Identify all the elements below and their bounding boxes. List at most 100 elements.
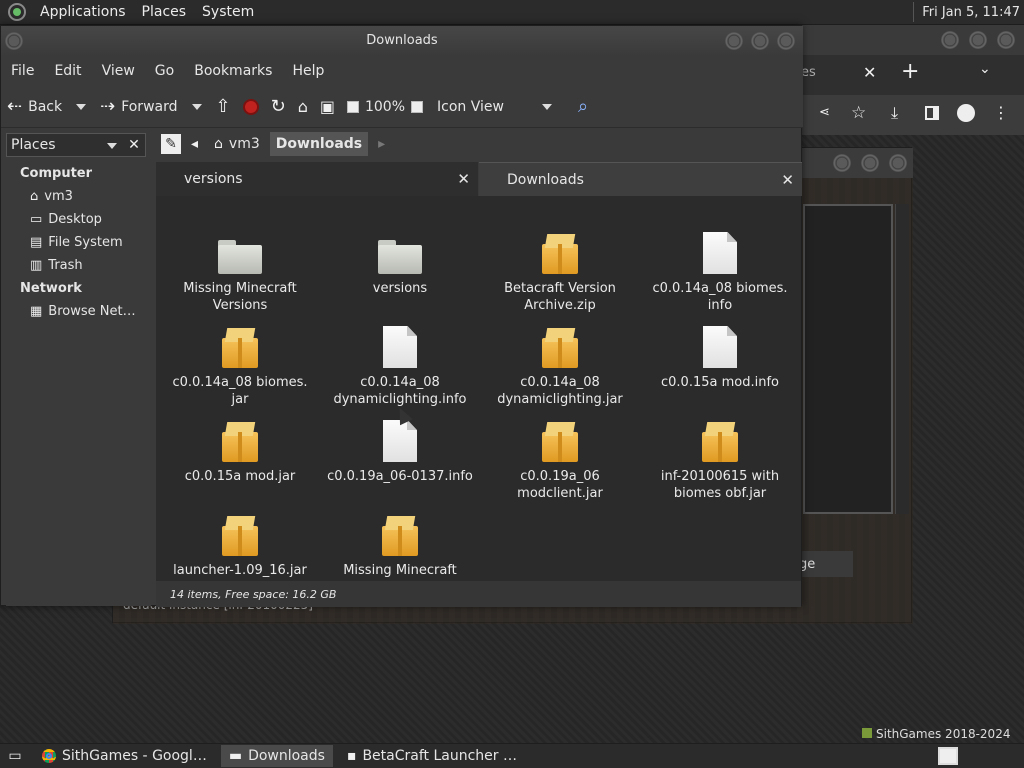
sidebar-heading-computer: Computer [20, 166, 93, 181]
browser-titlebar[interactable] [801, 25, 1024, 55]
file-item[interactable]: c0.0.14a_08 biomes. info [640, 230, 800, 314]
menu-edit[interactable]: Edit [44, 63, 91, 79]
home-folder-icon: ⌂ [214, 136, 223, 152]
file-item[interactable]: c0.0.19a_06-0137.info [320, 418, 480, 485]
taskbar-item-chrome[interactable]: SithGames - Googl… [34, 745, 215, 767]
sidebar-item-browse-network[interactable]: ▦ Browse Net… [6, 300, 151, 323]
minimize-button[interactable] [833, 154, 851, 172]
close-tab-icon[interactable]: ✕ [457, 170, 470, 188]
stop-icon [242, 98, 259, 115]
file-item[interactable]: c0.0.15a mod.info [640, 324, 800, 391]
back-history-dropdown[interactable] [76, 103, 87, 110]
close-tab-icon[interactable]: ✕ [863, 63, 876, 82]
file-item[interactable]: c0.0.15a mod.jar [160, 418, 320, 485]
file-item[interactable]: Betacraft Version Archive.zip [480, 230, 640, 314]
close-tab-icon[interactable]: ✕ [781, 171, 794, 189]
close-button[interactable] [889, 154, 907, 172]
icon-view[interactable]: Missing Minecraft Versions versions Betacr… [156, 196, 801, 595]
file-name: c0.0.14a_08 dynamiclighting.jar [497, 375, 623, 407]
close-sidebar-icon[interactable]: ✕ [123, 133, 145, 157]
menu-places[interactable]: Places [134, 4, 195, 20]
toggle-location-entry-icon[interactable]: ✎ [161, 134, 181, 154]
profile-avatar-icon[interactable] [957, 104, 975, 122]
file-item[interactable]: versions [320, 230, 480, 297]
file-icon-wrap [640, 418, 800, 462]
back-button[interactable]: ⇠ Back [1, 91, 68, 123]
folder-icon [218, 240, 262, 274]
breadcrumb-vm3[interactable]: ⌂ vm3 [208, 132, 266, 156]
maximize-button[interactable] [751, 32, 769, 50]
side-panel-icon[interactable] [925, 106, 939, 120]
zoom-out-button[interactable] [341, 91, 365, 123]
window-title[interactable]: Downloads [1, 26, 803, 56]
zoom-level[interactable]: 100% [365, 99, 405, 115]
file-item[interactable]: c0.0.14a_08 biomes. jar [160, 324, 320, 408]
search-icon[interactable]: ⌕ [572, 91, 594, 123]
change-instance-button[interactable]: ge [795, 551, 853, 577]
tab-downloads[interactable]: Downloads ✕ [479, 162, 802, 196]
zoom-in-button[interactable] [405, 91, 429, 123]
window-menu-button[interactable] [5, 32, 23, 50]
download-icon[interactable]: ⤓ [891, 103, 898, 123]
stop-button[interactable] [237, 91, 265, 123]
sidebar-item-vm3[interactable]: ⌂ vm3 [6, 185, 151, 208]
view-mode-select[interactable]: Icon View [429, 99, 512, 115]
zoom-out-icon [346, 100, 359, 113]
show-desktop-icon[interactable]: ▭ [4, 748, 26, 764]
changelog-scrollbar[interactable] [895, 204, 909, 514]
close-button[interactable] [777, 32, 795, 50]
forward-button[interactable]: ⇢ Forward [94, 91, 183, 123]
menu-applications[interactable]: Applications [32, 4, 134, 20]
file-item[interactable]: c0.0.19a_06 modclient.jar [480, 418, 640, 502]
file-item[interactable]: Missing Minecraft Versions [160, 230, 320, 314]
trash-icon: ▥ [30, 258, 43, 273]
taskbar-item-betacraft[interactable]: ▪ BetaCraft Launcher … [339, 745, 525, 767]
breadcrumb-left-arrow-icon[interactable]: ◂ [185, 132, 204, 156]
sidebar-item-file-system[interactable]: ▤ File System [6, 231, 151, 254]
file-icon-wrap [480, 324, 640, 368]
menu-file[interactable]: File [1, 63, 44, 79]
file-item[interactable]: inf-20100615 with biomes obf.jar [640, 418, 800, 502]
sidebar-item-label: vm3 [44, 189, 73, 204]
package-icon [702, 422, 738, 462]
workspace-switcher-icon[interactable] [938, 747, 958, 765]
computer-icon[interactable]: ▣ [314, 91, 341, 123]
new-tab-icon[interactable]: + [901, 59, 919, 84]
minimize-button[interactable] [941, 31, 959, 49]
breadcrumb-downloads[interactable]: Downloads [269, 132, 369, 156]
menu-bookmarks[interactable]: Bookmarks [184, 63, 282, 79]
clock[interactable]: Fri Jan 5, 11:47 [922, 5, 1024, 20]
file-item[interactable]: c0.0.14a_08 dynamiclighting.jar [480, 324, 640, 408]
drive-icon: ▤ [30, 235, 43, 250]
menu-view[interactable]: View [92, 63, 145, 79]
sidebar-item-desktop[interactable]: ▭ Desktop [6, 208, 151, 231]
home-icon[interactable]: ⌂ [292, 91, 314, 123]
share-icon[interactable]: ⋖ [819, 105, 830, 120]
menu-go[interactable]: Go [145, 63, 184, 79]
browser-tab-title[interactable]: es [801, 65, 816, 80]
taskbar-item-downloads[interactable]: ▬ Downloads [220, 745, 333, 767]
maximize-button[interactable] [861, 154, 879, 172]
chrome-icon [42, 749, 56, 763]
file-icon-wrap [320, 230, 480, 274]
menu-system[interactable]: System [194, 4, 262, 20]
view-mode-dropdown[interactable] [541, 103, 552, 110]
breadcrumb-right-arrow-icon[interactable]: ▸ [372, 132, 391, 156]
bookmark-star-icon[interactable]: ☆ [851, 103, 866, 123]
minimize-button[interactable] [725, 32, 743, 50]
reload-icon[interactable]: ↻ [265, 91, 292, 123]
file-item[interactable]: launcher-1.09_16.jar [160, 512, 320, 579]
distro-logo-icon[interactable] [8, 3, 26, 21]
menu-kebab-icon[interactable]: ⋮ [993, 103, 1009, 122]
close-button[interactable] [997, 31, 1015, 49]
maximize-button[interactable] [969, 31, 987, 49]
tab-search-icon[interactable]: ⌄ [979, 61, 991, 77]
menu-help[interactable]: Help [282, 63, 334, 79]
sidebar-item-trash[interactable]: ▥ Trash [6, 254, 151, 277]
browser-window[interactable]: es ✕ + ⌄ ⋖ ☆ ⤓ ⋮ [800, 25, 1024, 135]
bottom-panel: ▭ SithGames - Googl… ▬ Downloads ▪ BetaC… [0, 743, 1024, 768]
file-item[interactable]: c0.0.14a_08 dynamiclighting.info [320, 324, 480, 408]
up-icon[interactable]: ⇧ [210, 91, 237, 123]
tab-versions[interactable]: versions ✕ [156, 162, 478, 196]
forward-history-dropdown[interactable] [191, 103, 202, 110]
